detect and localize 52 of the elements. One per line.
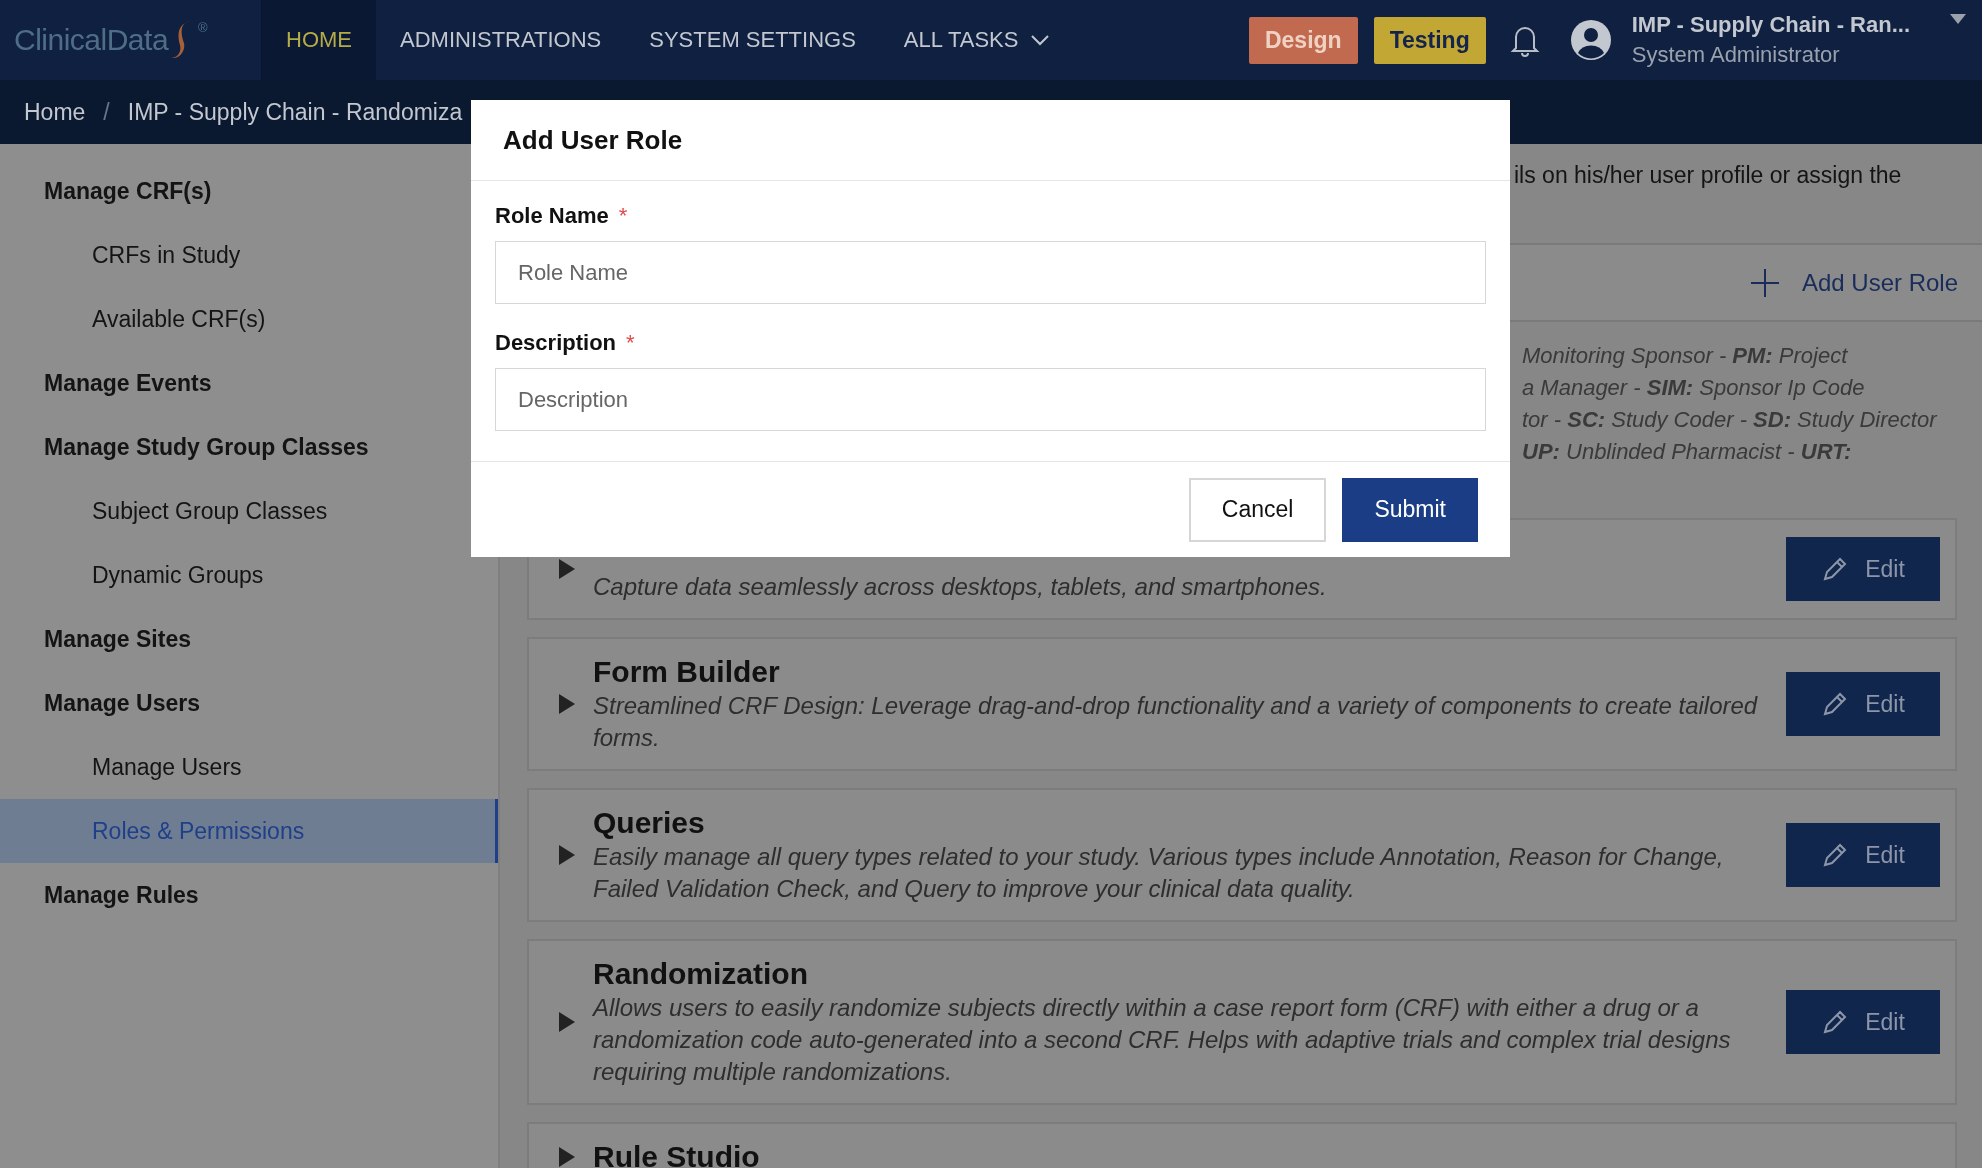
plus-icon [1749,267,1780,298]
module-description: Streamlined CRF Design: Leverage drag-and-drop functionality and a variety of components to create tailored forms. [593,691,1759,753]
module-title: Rule Studio [593,1139,761,1168]
field-label: Role Name [495,203,609,229]
logo-text: ClinicalData [14,23,169,57]
module-title: Randomization [593,956,809,992]
cancel-button[interactable]: Cancel [1188,477,1327,542]
edit-button[interactable]: Edit [1786,823,1940,887]
role-legend-text: UP: Unblinded Pharmacist - URT: [1522,438,1853,466]
input-field[interactable]: Description [495,368,1486,431]
breadcrumb-link[interactable]: Home [24,98,86,126]
user-role: System Administrator [1631,42,1841,68]
module-title: Queries [593,805,706,841]
intro-text: ils on his/her user profile or assign the [1514,162,1902,188]
breadcrumb-link[interactable]: IMP - Supply Chain - Randomiza [127,98,463,126]
expand-triangle-icon[interactable] [559,845,575,865]
sidebar-item[interactable]: Dynamic Groups [0,543,498,607]
registered-mark: ® [198,20,208,35]
edit-button[interactable]: Edit [1786,537,1940,601]
role-legend-text: Monitoring Sponsor - PM: Project [1522,342,1849,370]
role-legend-text: tor - SC: Study Coder - SD: Study Director [1522,406,1939,434]
module-title: Form Builder [593,654,781,690]
submit-button[interactable]: Submit [1342,477,1478,542]
sidebar-item[interactable]: Manage Users [0,671,498,735]
field-label: Description [495,330,617,356]
nav-tab[interactable]: ALL TASKS [879,0,1075,80]
expand-triangle-icon[interactable] [559,559,575,579]
caret-icon[interactable] [1950,14,1966,24]
expand-triangle-icon[interactable] [559,1147,575,1167]
environment-badge[interactable]: Testing [1373,16,1486,64]
avatar-icon[interactable] [1569,19,1612,61]
sidebar-item[interactable]: Manage Users [0,735,498,799]
module-description: Allows users to easily randomize subjects directly within a case report form (CRF) with either a drug or a randomization code auto-generated into a second CRF. Helps with adaptive trials and complex trial designs requiring multiple randomizations. [593,993,1732,1087]
input-field[interactable]: Role Name [495,241,1486,304]
nav-tab[interactable]: HOME [262,0,376,80]
edit-button[interactable]: Edit [1786,990,1940,1054]
nav-tab[interactable]: ADMINISTRATIONS [376,0,626,80]
required-asterisk: * [618,203,628,229]
study-name: IMP - Supply Chain - Ran... [1631,12,1910,38]
expand-triangle-icon[interactable] [559,694,575,714]
required-asterisk: * [626,330,635,356]
module-description: Capture data seamlessly across desktops, tablets, and smartphones. [593,572,1328,602]
module-description: Easily manage all query types related to your study. Various types include Annotation, Reason for Change, Failed Validation Check, and Query to improve your clinical data quality. [593,842,1725,904]
nav-tab[interactable]: SYSTEM SETTINGS [625,0,880,80]
breadcrumb-separator: / [103,98,110,126]
role-legend-text: a Manager - SIM: Sponsor Ip Code [1522,374,1866,402]
expand-triangle-icon[interactable] [559,1012,575,1032]
dialog-title: Add User Role [503,124,683,156]
sidebar-item[interactable]: Manage Rules [0,863,498,927]
sidebar-item[interactable]: Manage Sites [0,607,498,671]
add-user-role-button[interactable]: Add User Role [1743,266,1964,299]
edit-button[interactable]: Edit [1786,672,1940,736]
